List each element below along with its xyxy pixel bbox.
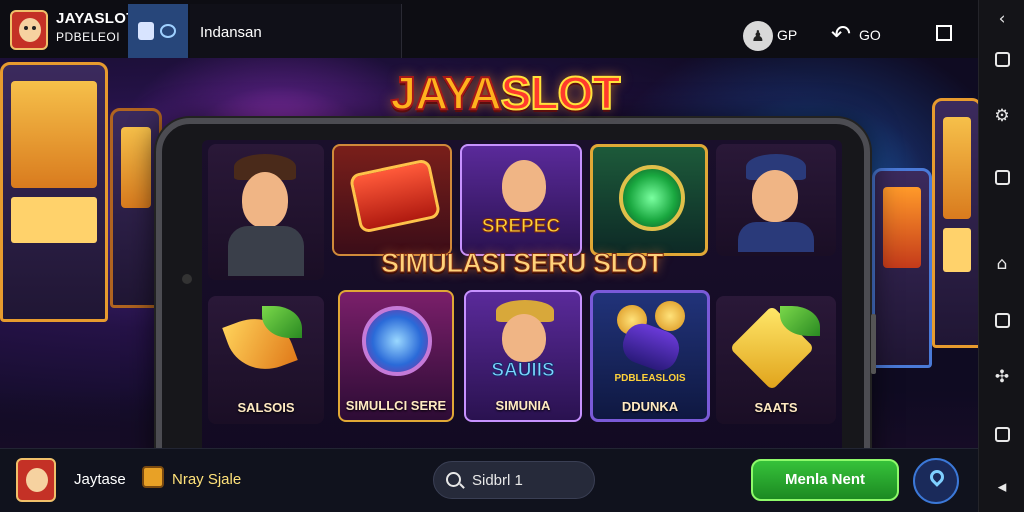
copy-icon[interactable]	[995, 313, 1010, 328]
promo-headline: SIMULASI SERU SLOT	[380, 248, 664, 279]
coin-icon	[655, 301, 685, 331]
game-grid: SREPEC SIMULASI SERU SLOT SALSOIS SIMULL…	[202, 140, 842, 448]
mascot-face	[26, 468, 48, 492]
tile-word: SAUIIS	[491, 360, 555, 382]
slot-machine-left-back	[110, 108, 162, 308]
account-button[interactable]	[128, 4, 188, 58]
character-face	[242, 172, 288, 228]
mascot-face	[19, 18, 41, 42]
title-part-slot: SLOT	[500, 66, 622, 120]
game-tile-leaf[interactable]: SALSOIS	[208, 296, 324, 424]
camera-icon	[182, 274, 192, 284]
brand-name: JAYASLOT	[56, 10, 136, 27]
orb-icon	[362, 306, 432, 376]
folder-icon[interactable]	[995, 170, 1010, 185]
home-icon[interactable]: ⌂	[991, 253, 1013, 275]
game-tile-captain[interactable]: SAUIIS SIMUNIA	[464, 290, 582, 422]
search-icon	[446, 472, 461, 487]
app-logo-icon[interactable]	[10, 10, 48, 50]
character-body	[738, 222, 814, 252]
title-part-jaya: JAYA	[390, 66, 503, 120]
tile-word: PDBLEASLOIS	[614, 373, 686, 384]
eye-icon	[160, 24, 176, 38]
character-face	[502, 314, 546, 362]
chest-icon	[142, 466, 164, 488]
game-tile-star[interactable]: SAATS	[716, 296, 836, 424]
tile-label: SIMULLCI SERE	[345, 398, 447, 413]
slot-machine-right-back	[872, 168, 932, 368]
machine-screen	[943, 117, 971, 220]
game-tile-hero[interactable]: SREPEC	[460, 144, 582, 256]
character-face	[502, 160, 546, 212]
game-tile-portal[interactable]: SIMULLCI SERE	[338, 290, 454, 422]
game-tile-cowboy[interactable]	[208, 144, 324, 280]
puzzle-icon[interactable]: ✣	[991, 366, 1013, 388]
screenshot-icon[interactable]	[995, 427, 1010, 442]
mascot-icon[interactable]	[16, 458, 56, 502]
machine-screen	[121, 127, 151, 209]
game-tile-emerald[interactable]	[590, 144, 708, 256]
brand-subtitle: PDBELEOI	[56, 30, 121, 44]
hero-banner: SREPEC SIMULASI SERU SLOT SALSOIS SIMULL…	[0, 58, 978, 448]
character-body	[228, 226, 304, 276]
gp-label[interactable]: GP	[777, 27, 797, 43]
location-pin-icon	[927, 467, 947, 487]
bottom-brand: Jaytase	[74, 471, 126, 488]
settings-icon[interactable]: ⚙	[991, 105, 1013, 127]
slot-machine-right	[932, 98, 978, 348]
app-window: JAYASLOT PDBELEOI Indansan ♟ GP ↶ GO ‹ ⚙…	[0, 0, 1024, 512]
game-tile-ticket[interactable]	[332, 144, 452, 256]
user-icon	[138, 22, 154, 40]
game-tile-pilot[interactable]	[716, 144, 836, 256]
cta-button[interactable]: Menla Nent	[751, 459, 899, 501]
ticket-icon	[348, 158, 442, 234]
game-title: JAYASLOT	[346, 60, 664, 126]
share-arrow-icon[interactable]: ↶	[826, 19, 856, 49]
game-tile-treasure[interactable]: PDBLEASLOIS DDUNKA	[590, 290, 710, 422]
machine-reels	[11, 197, 97, 243]
back-icon[interactable]: ◂	[991, 476, 1013, 498]
brand: JAYASLOT PDBELEOI	[56, 10, 136, 44]
top-bar: JAYASLOT PDBELEOI Indansan ♟ GP ↶ GO	[0, 0, 978, 58]
go-label[interactable]: GO	[859, 27, 881, 43]
machine-screen	[883, 187, 921, 269]
character-face	[752, 170, 798, 222]
search-text: Sidbrl 1	[472, 472, 523, 489]
tile-word: SREPEC	[481, 216, 561, 238]
location-button[interactable]	[913, 458, 959, 504]
address-field[interactable]: Indansan	[190, 4, 402, 58]
machine-reels	[943, 227, 971, 272]
tile-label: SIMUNIA	[495, 398, 551, 413]
machine-screen	[11, 81, 97, 188]
slot-machine-left	[0, 62, 108, 322]
fullscreen-icon[interactable]	[936, 25, 952, 41]
bottom-tagline: Nray Sjale	[172, 471, 242, 488]
tile-label: SAATS	[754, 400, 798, 415]
rotate-icon[interactable]	[995, 52, 1010, 67]
chevron-left-icon[interactable]: ‹	[991, 8, 1013, 30]
phone-mockup: SREPEC SIMULASI SERU SLOT SALSOIS SIMULL…	[156, 118, 876, 448]
badge-icon[interactable]: ♟	[743, 21, 773, 51]
emulator-sidebar: ‹ ⚙ ⌂ ✣ ◂	[978, 0, 1024, 512]
tile-label: SALSOIS	[237, 400, 295, 415]
bottom-bar: Jaytase Nray Sjale Sidbrl 1 Menla Nent	[0, 448, 978, 512]
tile-label: DDUNKA	[621, 399, 679, 414]
gem-icon	[619, 165, 685, 231]
phone-side-button	[871, 314, 876, 374]
search-box[interactable]: Sidbrl 1	[433, 461, 595, 499]
